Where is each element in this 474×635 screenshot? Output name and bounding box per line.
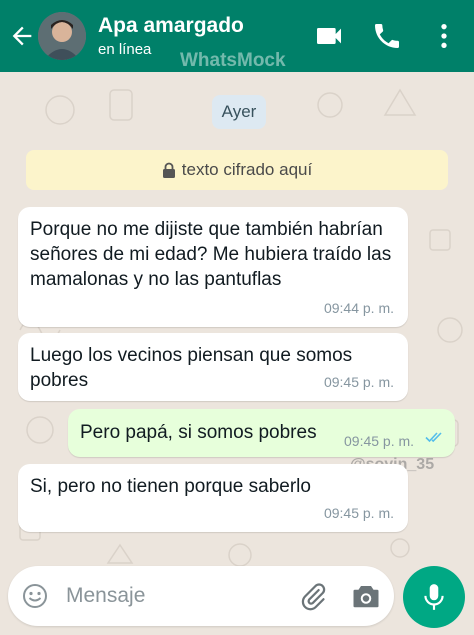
contact-name[interactable]: Apa amargado [98, 14, 244, 38]
lock-icon [162, 162, 175, 178]
avatar-image [38, 12, 86, 60]
message-input[interactable]: Mensaje [66, 584, 145, 608]
read-receipt-icon [425, 432, 442, 443]
message-time: 09:45 p. m. [323, 374, 394, 390]
message-time: 09:44 p. m. [323, 300, 394, 316]
message-bubble-incoming[interactable]: Porque no me dijiste que también habrían… [18, 207, 408, 327]
mic-icon [424, 584, 444, 610]
message-time: 09:45 p. m. [344, 433, 415, 449]
encryption-notice-text: texto cifrado aquí [181, 160, 313, 179]
arrow-left-icon[interactable] [8, 22, 36, 50]
voice-record-button[interactable] [403, 566, 465, 628]
message-text: Luego los vecinos piensan que somos pobr… [30, 345, 353, 391]
encryption-notice[interactable]: texto cifrado aquí [26, 150, 448, 190]
message-bubble-incoming[interactable]: Si, pero no tienen porque saberlo 09:45 … [18, 464, 408, 532]
emoji-icon[interactable] [22, 583, 48, 609]
date-separator: Ayer [212, 95, 266, 129]
message-text: Si, pero no tienen porque saberlo [30, 476, 311, 497]
message-composer[interactable]: Mensaje [8, 566, 394, 626]
phone-icon[interactable] [371, 20, 403, 52]
message-time: 09:45 p. m. [323, 505, 394, 521]
message-bubble-incoming[interactable]: Luego los vecinos piensan que somos pobr… [18, 333, 408, 401]
message-text: Porque no me dijiste que también habrían… [30, 219, 392, 290]
contact-avatar[interactable] [38, 12, 86, 60]
contact-status: en línea [98, 41, 152, 58]
camera-icon[interactable] [351, 582, 381, 610]
more-vertical-icon[interactable] [428, 20, 460, 52]
message-bubble-outgoing[interactable]: Pero papá, si somos pobres 09:45 p. m. [68, 409, 455, 457]
app-watermark: WhatsMock [180, 50, 286, 71]
video-call-icon[interactable] [313, 20, 345, 52]
chat-header: Apa amargado en línea WhatsMock [0, 0, 474, 72]
paperclip-icon[interactable] [298, 582, 328, 612]
